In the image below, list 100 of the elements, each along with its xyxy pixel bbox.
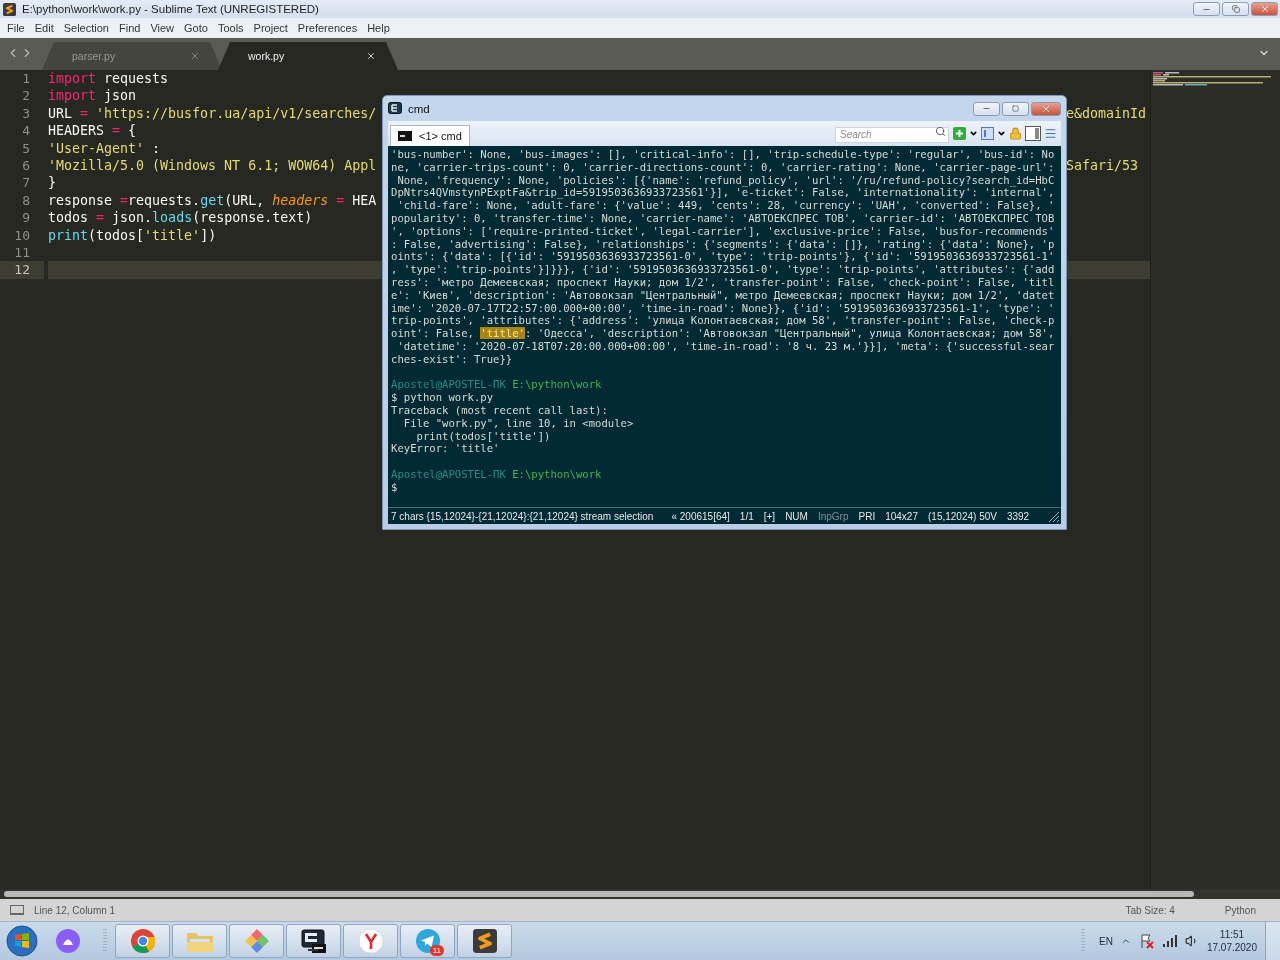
menu-item[interactable]: Project	[248, 22, 293, 34]
close-button[interactable]	[1251, 2, 1278, 16]
restore-icon	[1231, 5, 1240, 13]
show-desktop-button[interactable]	[1265, 922, 1280, 960]
minimize-button[interactable]	[1193, 2, 1220, 16]
tab-size[interactable]: Tab Size: 4	[1125, 904, 1175, 916]
close-icon[interactable]	[366, 51, 376, 61]
terminal-icon	[388, 101, 402, 116]
taskbar-app[interactable]	[286, 924, 341, 958]
terminal-icon	[299, 928, 328, 954]
code-line: URL = 'https://busfor.ua/api/v1/searches/	[48, 104, 377, 123]
console-line: : False, 'advertising': False}, 'relationships': {'segments': {'data': []}, 'rating': {'data': None}, 'p	[391, 237, 1056, 251]
notification-badge: 11	[429, 945, 444, 956]
code-line: todos = json.loads(response.text)	[48, 209, 313, 227]
console-icon	[398, 131, 412, 141]
grip-icon	[1081, 928, 1086, 954]
menu-item[interactable]: File	[2, 22, 30, 34]
panel-icon[interactable]	[1025, 126, 1041, 141]
menu-item[interactable]: Selection	[58, 22, 114, 34]
start-button[interactable]	[6, 925, 38, 957]
menu-item[interactable]: Help	[362, 22, 395, 34]
menu-item[interactable]: Preferences	[292, 22, 363, 34]
restore-button[interactable]	[1222, 2, 1249, 16]
console-line: $ python work.py	[391, 391, 495, 404]
console-line: print(todos['title'])	[415, 429, 552, 443]
console-line: , 'type': 'trip-points'}]}}}, {'id': '5919503636933723561-0', 'type': 'trip-points', 'attributes': {'add	[391, 263, 1056, 276]
resize-grip-icon[interactable]	[1046, 509, 1060, 523]
code-line: response =requests.get(URL, headers = HEA	[48, 191, 377, 210]
menu-item[interactable]: View	[145, 22, 180, 34]
caret-icon[interactable]	[969, 129, 978, 138]
console-line: 'child-fare': None, 'adult-fare': {'value': 449, 'cents': 28, 'currency': 'UAH', 'converted': False}, '	[396, 199, 1056, 212]
line-number: 2	[21, 87, 31, 105]
code-line: HEADERS = {	[48, 122, 137, 140]
menu-item[interactable]: Edit	[29, 22, 59, 34]
console-line: e': 'Киев', 'description': 'Автовокзал "Центральный", метро Демеевская; проспект Науки; дом 1/2', 'datet	[391, 288, 1056, 302]
status-item: NUM	[785, 510, 808, 522]
code-line: Safari/53	[1066, 156, 1140, 175]
console-line: DpNtrs4QVmstynPExptFa&trip_id=5919503636933723561'}], 'e-ticket': False, 'internationality': 'internal',	[391, 186, 1056, 200]
menu-item[interactable]: Find	[113, 22, 146, 34]
code-line: 'Mozilla/5.0 (Windows NT 6.1; WOW64) Appl	[48, 156, 377, 175]
paper-plane-icon	[414, 928, 441, 954]
panel-icon[interactable]	[10, 905, 24, 915]
clock[interactable]: 11:51 17.07.2020	[1206, 929, 1257, 953]
line-number: 8	[21, 191, 31, 210]
s-logo-icon	[3, 2, 16, 16]
close-icon	[1041, 103, 1051, 114]
s-logo-icon	[472, 929, 497, 953]
line-number: 1	[21, 70, 31, 88]
line-number: 12	[0, 261, 44, 279]
scrollbar-thumb[interactable]	[4, 891, 1194, 897]
syntax-label[interactable]: Python	[1224, 904, 1256, 916]
line-number: 6	[21, 156, 31, 175]
minimize-button[interactable]	[973, 101, 1000, 116]
status-item: 7 chars {15,12024}-{21,12024}:{21,12024} stream selection	[391, 510, 654, 522]
cursor-position: Line 12, Column 1	[34, 904, 116, 916]
caret-icon[interactable]	[997, 129, 1006, 138]
taskbar-app[interactable]: 11	[400, 924, 455, 958]
code-line: }	[48, 174, 56, 192]
console-line: None, 'frequency': None, 'policies': [{'name': 'refund_policy', 'url': '/ru/refund-policy?search_id=HbC	[396, 173, 1056, 187]
status-item: PRI	[858, 510, 876, 522]
status-item: « 200615[64]	[671, 510, 730, 522]
line-number: 3	[21, 104, 31, 123]
browser-logo-icon	[357, 928, 384, 954]
maximize-button[interactable]	[1002, 101, 1029, 116]
console-line: ches-exist': True}}	[391, 352, 514, 366]
console-line: 'bus-number': None, 'bus-images': [], 'critical-info': [], 'trip-schedule-type': 'regular', 'bus-id': No	[391, 148, 1056, 161]
console-line: ne, 'carrier-trips-count': 0, 'carrier-directions-count': 0, 'carrier-rating': None, 'carrier-page-url':	[391, 160, 1056, 174]
file-tab[interactable]: parser.py	[42, 42, 222, 70]
line-number: 11	[13, 243, 31, 262]
taskbar-app[interactable]	[457, 924, 512, 958]
chrome-icon	[129, 928, 156, 954]
flag-icon[interactable]	[1138, 933, 1155, 949]
code-line: 'User-Agent' :	[48, 139, 161, 157]
console-line: Apostel@APOSTEL-ПК E:\python\work	[391, 467, 603, 481]
window-title: cmd	[408, 102, 431, 115]
file-tab[interactable]: work.py	[218, 42, 398, 70]
diamond-icon	[243, 928, 270, 954]
maximize-icon	[1012, 105, 1019, 112]
console-line: ', 'options': ['require-printed-ticket', 'legal-carrier'], 'exclusive-price': False, 'busfor-recommends'	[391, 224, 1056, 238]
menu-icon[interactable]	[1044, 127, 1057, 140]
console-line: 'datetime': '2020-07-18T07:20:00.000+00:00', 'time-in-road': '8 ч. 23 м.'}}], 'meta': {'successful-sear	[396, 339, 1056, 353]
window-title: E:\python\work\work.py - Sublime Text (UNREGISTERED)	[22, 3, 320, 15]
console-line: popularity': 0, 'transfer-time': None, 'carrier-name': 'АВТОЕКСПРЕС ТОВ', 'carrier-id': 'АВТОЕКСПРЕС ТОВ	[391, 212, 1056, 225]
line-number: 4	[21, 122, 31, 140]
close-button[interactable]	[1031, 101, 1061, 116]
console-line: Apostel@APOSTEL-ПК E:\python\work	[391, 378, 603, 392]
menu-item[interactable]: Tools	[212, 22, 249, 34]
code-line: import requests	[48, 70, 169, 88]
menu-item[interactable]: Goto	[179, 22, 213, 34]
console-line: $	[391, 480, 399, 494]
signal-icon[interactable]	[1162, 935, 1177, 947]
language-indicator[interactable]: EN	[1099, 935, 1113, 947]
line-number: 10	[13, 226, 31, 244]
status-item: 3392	[1006, 510, 1030, 522]
console-line: Traceback (most recent call last):	[391, 403, 609, 417]
console-tab[interactable]: <1> cmd	[390, 125, 470, 146]
line-number: 5	[21, 139, 31, 157]
console-line: KeyError: 'title'	[391, 442, 501, 456]
search-field[interactable]: Search	[835, 126, 949, 143]
search-icon[interactable]	[935, 126, 946, 138]
